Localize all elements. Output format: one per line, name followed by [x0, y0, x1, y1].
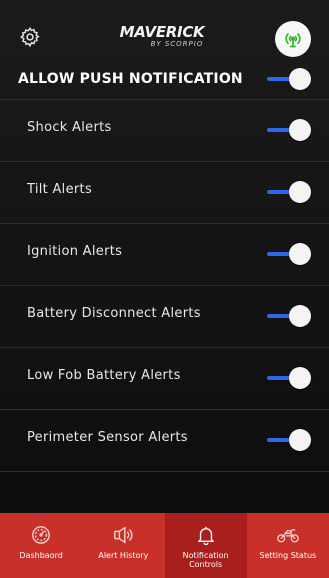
- nav-label: Alert History: [98, 551, 149, 560]
- brand-name: MAVERICK: [119, 23, 205, 41]
- app-header: MAVERICK BY SCORPIO: [0, 0, 329, 66]
- nav-setting-status[interactable]: Setting Status: [247, 513, 329, 578]
- nav-notification-controls[interactable]: Notification Controls: [164, 513, 247, 578]
- notification-controls-screen: MAVERICK BY SCORPIO ALLOW PUSH NOTIFICAT…: [0, 0, 329, 578]
- push-notification-label: ALLOW PUSH NOTIFICATION: [18, 71, 243, 87]
- alert-row-perimeter-sensor: Perimeter Sensor Alerts: [0, 409, 329, 472]
- battery-disconnect-alerts-toggle[interactable]: [267, 305, 311, 327]
- tilt-alerts-toggle[interactable]: [267, 181, 311, 203]
- alert-row-low-fob-battery: Low Fob Battery Alerts: [0, 347, 329, 410]
- ignition-alerts-toggle[interactable]: [267, 243, 311, 265]
- speedometer-icon: [32, 526, 50, 544]
- shock-alerts-toggle[interactable]: [267, 119, 311, 141]
- alert-row-battery-disconnect: Battery Disconnect Alerts: [0, 285, 329, 348]
- push-notification-row: ALLOW PUSH NOTIFICATION: [0, 66, 329, 99]
- nav-label: Setting Status: [259, 551, 317, 560]
- gear-icon[interactable]: [19, 26, 41, 48]
- alert-label: Tilt Alerts: [27, 182, 93, 197]
- nav-label: Dashbaord: [19, 551, 63, 560]
- motorcycle-icon: [277, 529, 299, 543]
- signal-tower-icon: [285, 33, 301, 48]
- brand-logo: MAVERICK BY SCORPIO: [107, 25, 217, 49]
- push-notification-toggle[interactable]: [267, 68, 311, 90]
- perimeter-sensor-alerts-toggle[interactable]: [267, 429, 311, 451]
- bell-icon: [197, 526, 214, 545]
- nav-label: Notification Controls: [182, 551, 229, 569]
- low-fob-battery-alerts-toggle[interactable]: [267, 367, 311, 389]
- alert-label: Low Fob Battery Alerts: [27, 368, 181, 383]
- brand-sub: BY SCORPIO: [150, 40, 204, 48]
- speaker-icon: [114, 526, 133, 544]
- alert-label: Battery Disconnect Alerts: [27, 306, 201, 321]
- nav-dashboard[interactable]: Dashbaord: [0, 513, 82, 578]
- alert-row-shock: Shock Alerts: [0, 99, 329, 162]
- alert-row-tilt: Tilt Alerts: [0, 161, 329, 224]
- signal-button[interactable]: [275, 21, 311, 57]
- nav-alert-history[interactable]: Alert History: [82, 513, 164, 578]
- list-end-divider: [0, 471, 329, 472]
- alert-label: Ignition Alerts: [27, 244, 123, 259]
- alert-label: Shock Alerts: [27, 120, 112, 135]
- bottom-nav: Dashbaord Alert History Notification Con…: [0, 513, 329, 578]
- alert-label: Perimeter Sensor Alerts: [27, 430, 188, 445]
- alert-row-ignition: Ignition Alerts: [0, 223, 329, 286]
